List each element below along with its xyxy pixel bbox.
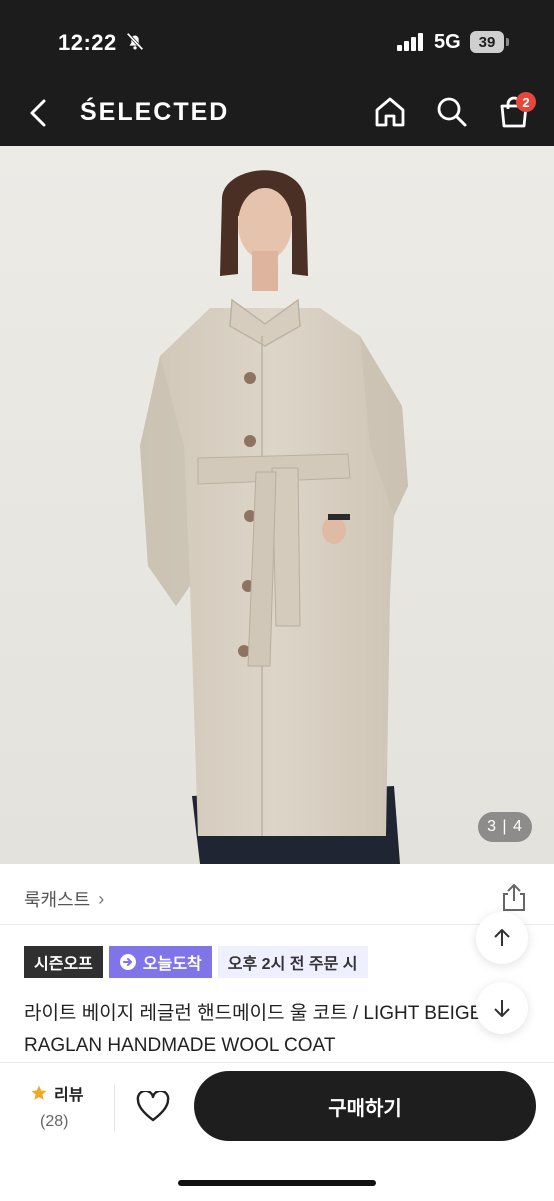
star-icon: [31, 1085, 47, 1100]
home-indicator: [178, 1180, 376, 1186]
product-info: 룩캐스트 › 시즌오프 오늘도착 오후 2시 전 주문 시 라이트 베이지 레글…: [0, 864, 554, 1064]
signal-icon: [397, 33, 423, 51]
bell-slash-icon: [126, 32, 144, 51]
arrival-icon: [119, 954, 136, 970]
buy-button[interactable]: 구매하기: [194, 1071, 536, 1141]
today-delivery-tag: 오늘도착: [108, 946, 212, 978]
brand-link[interactable]: 룩캐스트 ›: [24, 886, 104, 912]
product-name-line1: 라이트 베이지 레글런 핸드메이드 울 코트 / LIGHT BEIGE: [24, 1003, 483, 1024]
chevron-right-icon: ›: [98, 888, 105, 909]
scroll-up-button[interactable]: [476, 912, 528, 964]
product-name: 라이트 베이지 레글런 핸드메이드 울 코트 / LIGHT BEIGE RAG…: [24, 998, 504, 1062]
product-photo: [0, 146, 554, 864]
review-label: 리뷰: [54, 1087, 84, 1104]
arrow-down-icon: [494, 1000, 510, 1017]
heart-icon[interactable]: [136, 1091, 170, 1123]
battery-cap: [506, 38, 509, 46]
today-delivery-label: 오늘도착: [142, 956, 202, 973]
product-image-gallery[interactable]: 3 | 4: [0, 146, 554, 864]
search-icon[interactable]: [434, 94, 470, 130]
nav-bar: ŚELECTED 2: [0, 80, 554, 146]
cart-count-badge: 2: [516, 92, 536, 112]
share-icon[interactable]: [500, 882, 528, 912]
image-page-counter: 3 | 4: [478, 812, 532, 842]
product-tags: 시즌오프 오늘도착 오후 2시 전 주문 시: [24, 946, 368, 978]
scroll-down-button[interactable]: [476, 982, 528, 1034]
brand-link-label: 룩캐스트: [24, 890, 91, 910]
status-time: 12:22: [58, 30, 117, 55]
home-icon[interactable]: [372, 94, 408, 130]
back-arrow-icon[interactable]: [26, 98, 52, 128]
order-deadline-tag: 오후 2시 전 주문 시: [217, 946, 368, 978]
season-off-tag: 시즌오프: [24, 946, 103, 978]
status-bar: 12:22 5G 39: [0, 0, 554, 80]
divider: [0, 924, 554, 925]
network-type: 5G: [434, 31, 461, 53]
product-name-line2: RAGLAN HANDMADE WOOL COAT: [24, 1035, 336, 1056]
brand-title: ŚELECTED: [80, 98, 230, 126]
arrow-up-icon: [494, 929, 510, 946]
review-summary[interactable]: 리뷰 (28): [30, 1081, 100, 1131]
divider: [114, 1085, 115, 1131]
battery-icon: 39: [470, 31, 504, 53]
review-count: (28): [40, 1113, 69, 1130]
